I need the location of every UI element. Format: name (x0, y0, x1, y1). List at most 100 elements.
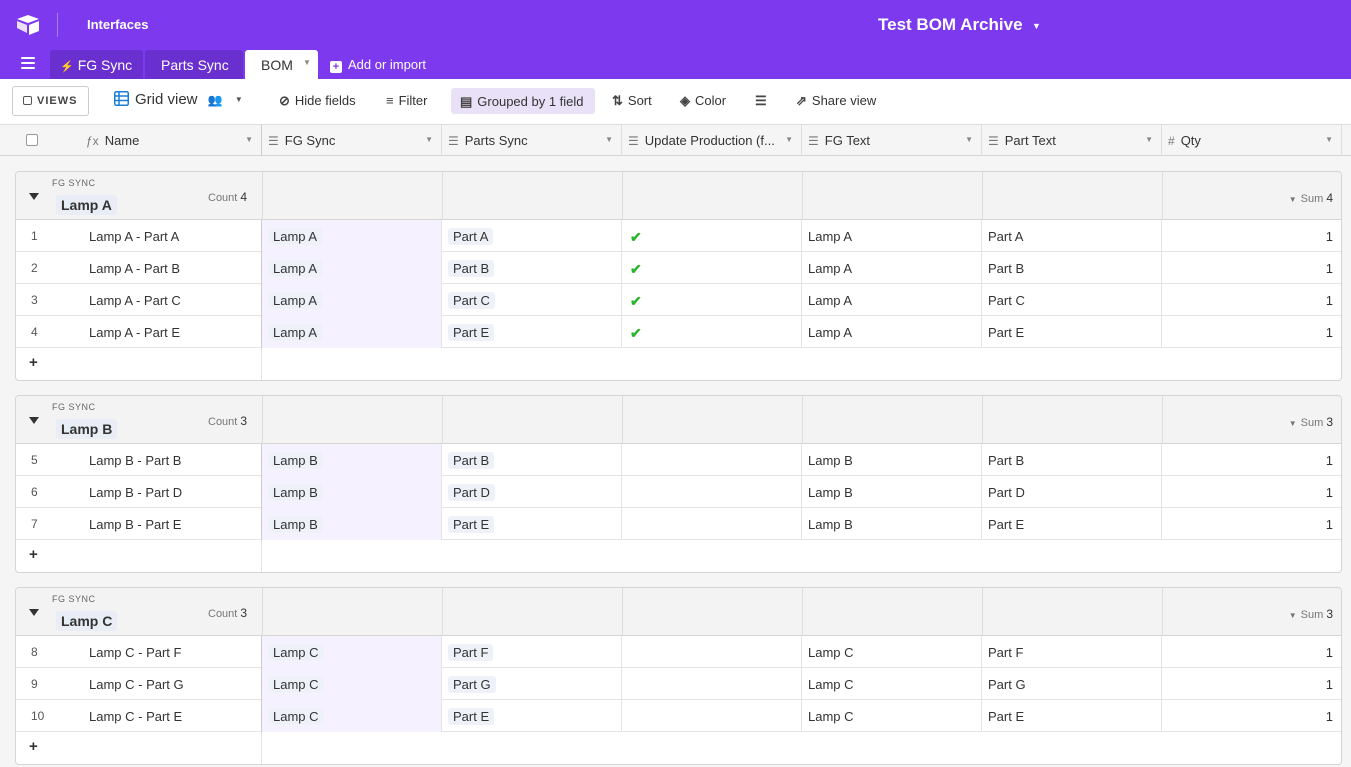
update-production-cell[interactable] (622, 476, 802, 508)
group-header[interactable]: FG SYNC Lamp B Count 3 ▼ Sum 3 (16, 396, 1341, 444)
name-cell[interactable]: 9 Lamp C - Part G (16, 668, 262, 700)
chevron-down-icon[interactable]: ▼ (1145, 135, 1153, 144)
fg-text-cell[interactable]: Lamp C (802, 636, 982, 668)
chevron-down-icon[interactable]: ▼ (1325, 135, 1333, 144)
tab-fg-sync[interactable]: ⚡ FG Sync (50, 50, 143, 79)
qty-cell[interactable]: 1 (1162, 252, 1341, 284)
update-production-cell[interactable] (622, 700, 802, 732)
linked-record-chip[interactable]: Part C (448, 292, 495, 309)
select-all-checkbox[interactable] (26, 134, 38, 146)
update-production-cell[interactable]: ✔ (622, 284, 802, 316)
table-row[interactable]: 8 Lamp C - Part F Lamp C Part F Lamp C Part F… (16, 636, 1341, 668)
hide-fields-button[interactable]: ⊘ Hide fields (279, 93, 356, 109)
qty-cell[interactable]: 1 (1162, 700, 1341, 732)
table-row[interactable]: 2 Lamp A - Part B Lamp A Part B ✔ Lamp A Part … (16, 252, 1341, 284)
linked-record-chip[interactable]: Lamp C (268, 676, 324, 693)
qty-cell[interactable]: 1 (1162, 668, 1341, 700)
column-header-parts-sync[interactable]: ☰ Parts Sync ▼ (442, 125, 622, 156)
update-production-cell[interactable] (622, 668, 802, 700)
chevron-down-icon[interactable]: ▼ (965, 135, 973, 144)
column-header-fg-text[interactable]: ☰ FG Text ▼ (802, 125, 982, 156)
fg-sync-cell[interactable]: Lamp B (262, 508, 442, 540)
filter-button[interactable]: ≡ Filter (386, 93, 427, 108)
fg-text-cell[interactable]: Lamp A (802, 252, 982, 284)
qty-cell[interactable]: 1 (1162, 220, 1341, 252)
column-header-part-text[interactable]: ☰ Part Text ▼ (982, 125, 1162, 156)
qty-cell[interactable]: 1 (1162, 284, 1341, 316)
fg-text-cell[interactable]: Lamp C (802, 668, 982, 700)
linked-record-chip[interactable]: Part F (448, 644, 494, 661)
fg-sync-cell[interactable]: Lamp A (262, 316, 442, 348)
views-button[interactable]: VIEWS (12, 86, 89, 116)
name-cell[interactable]: 5 Lamp B - Part B (16, 444, 262, 476)
update-production-cell[interactable] (622, 636, 802, 668)
update-production-cell[interactable] (622, 444, 802, 476)
linked-record-chip[interactable]: Part B (448, 452, 495, 469)
fg-sync-cell[interactable]: Lamp C (262, 668, 442, 700)
hamburger-menu-icon[interactable] (21, 57, 35, 69)
linked-record-chip[interactable]: Part G (448, 676, 496, 693)
parts-sync-cell[interactable]: Part E (442, 508, 622, 540)
fg-text-cell[interactable]: Lamp B (802, 444, 982, 476)
linked-record-chip[interactable]: Lamp B (268, 516, 323, 533)
part-text-cell[interactable]: Part E (982, 508, 1162, 540)
parts-sync-cell[interactable]: Part G (442, 668, 622, 700)
row-height-button[interactable]: ☰ (755, 93, 772, 109)
collapse-group-caret-icon[interactable] (29, 417, 39, 424)
linked-record-chip[interactable]: Lamp C (268, 708, 324, 725)
linked-record-chip[interactable]: Lamp A (268, 260, 323, 277)
linked-record-chip[interactable]: Lamp A (268, 228, 323, 245)
update-production-cell[interactable]: ✔ (622, 316, 802, 348)
add-record-row[interactable]: + (16, 732, 1341, 764)
table-row[interactable]: 10 Lamp C - Part E Lamp C Part E Lamp C Part … (16, 700, 1341, 732)
linked-record-chip[interactable]: Part E (448, 324, 495, 341)
fg-sync-cell[interactable]: Lamp B (262, 476, 442, 508)
parts-sync-cell[interactable]: Part A (442, 220, 622, 252)
name-cell[interactable]: 10 Lamp C - Part E (16, 700, 262, 732)
plus-icon[interactable]: + (29, 354, 38, 371)
column-header-name[interactable]: ƒx Name ▼ (80, 125, 262, 156)
qty-cell[interactable]: 1 (1162, 508, 1341, 540)
airtable-logo-icon[interactable] (16, 14, 40, 36)
parts-sync-cell[interactable]: Part E (442, 316, 622, 348)
fg-sync-cell[interactable]: Lamp C (262, 700, 442, 732)
name-cell[interactable]: 3 Lamp A - Part C (16, 284, 262, 316)
name-cell[interactable]: 7 Lamp B - Part E (16, 508, 262, 540)
column-header-fg-sync[interactable]: ☰ FG Sync ▼ (262, 125, 442, 156)
part-text-cell[interactable]: Part D (982, 476, 1162, 508)
linked-record-chip[interactable]: Part D (448, 484, 495, 501)
plus-icon[interactable]: + (29, 738, 38, 755)
group-sum[interactable]: ▼ Sum 3 (1289, 607, 1333, 621)
fg-sync-cell[interactable]: Lamp A (262, 252, 442, 284)
linked-record-chip[interactable]: Part B (448, 260, 495, 277)
name-cell[interactable]: 1 Lamp A - Part A (16, 220, 262, 252)
qty-cell[interactable]: 1 (1162, 476, 1341, 508)
part-text-cell[interactable]: Part A (982, 220, 1162, 252)
linked-record-chip[interactable]: Lamp C (268, 644, 324, 661)
group-sum[interactable]: ▼ Sum 3 (1289, 415, 1333, 429)
chevron-down-icon[interactable]: ▼ (245, 135, 253, 144)
name-cell[interactable]: 6 Lamp B - Part D (16, 476, 262, 508)
part-text-cell[interactable]: Part B (982, 252, 1162, 284)
group-button[interactable]: ▤ Grouped by 1 field (451, 88, 595, 114)
column-header-qty[interactable]: # Qty ▼ (1162, 125, 1342, 156)
collapse-group-caret-icon[interactable] (29, 193, 39, 200)
interfaces-link[interactable]: Interfaces (87, 17, 148, 32)
qty-cell[interactable]: 1 (1162, 316, 1341, 348)
part-text-cell[interactable]: Part B (982, 444, 1162, 476)
fg-sync-cell[interactable]: Lamp A (262, 220, 442, 252)
collapse-group-caret-icon[interactable] (29, 609, 39, 616)
qty-cell[interactable]: 1 (1162, 636, 1341, 668)
linked-record-chip[interactable]: Lamp B (268, 452, 323, 469)
plus-icon[interactable]: + (29, 546, 38, 563)
view-switcher[interactable]: Grid view 👥 ▼ (114, 91, 243, 108)
tab-bom[interactable]: BOM ▼ (245, 50, 318, 79)
group-header[interactable]: FG SYNC Lamp C Count 3 ▼ Sum 3 (16, 588, 1341, 636)
chevron-down-icon[interactable]: ▼ (785, 135, 793, 144)
fg-text-cell[interactable]: Lamp A (802, 316, 982, 348)
name-cell[interactable]: 8 Lamp C - Part F (16, 636, 262, 668)
fg-text-cell[interactable]: Lamp A (802, 284, 982, 316)
parts-sync-cell[interactable]: Part D (442, 476, 622, 508)
update-production-cell[interactable]: ✔ (622, 252, 802, 284)
table-row[interactable]: 1 Lamp A - Part A Lamp A Part A ✔ Lamp A Part … (16, 220, 1341, 252)
